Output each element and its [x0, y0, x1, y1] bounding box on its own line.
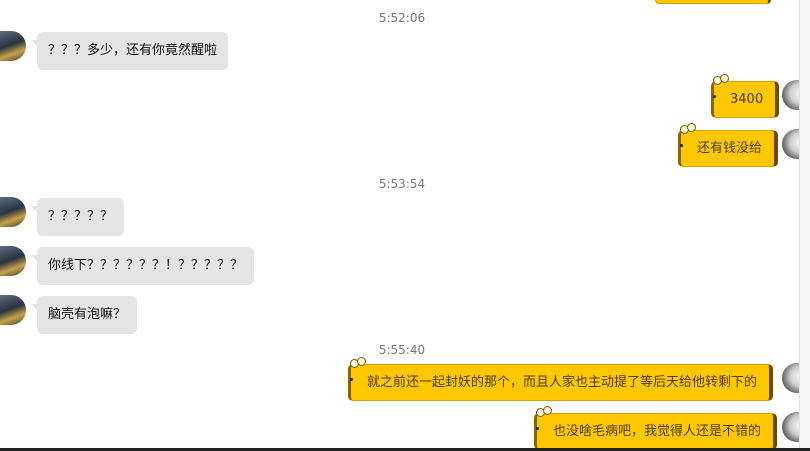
message-text: ？？？？？ [48, 209, 114, 224]
contact-avatar[interactable] [0, 31, 26, 61]
timestamp: 5:55:40 [378, 343, 426, 357]
message-text: ？？？多少，还有你竟然醒啦 [48, 43, 218, 58]
bubble-dot-icon [350, 378, 353, 381]
self-avatar[interactable] [782, 80, 800, 110]
incoming-message-bubble[interactable]: 脑壳有泡嘛？ [30, 296, 138, 334]
incoming-message-bubble[interactable]: ？？？？？ [30, 198, 125, 236]
message-text: 3400 [730, 92, 764, 107]
timestamp: 5:53:54 [378, 177, 426, 191]
chat-message-area: 5:52:06 ？？？多少，还有你竟然醒啦 3400 还有钱没给 5:53:54… [0, 0, 800, 451]
outgoing-message-bubble[interactable]: 还有钱没给 [678, 123, 779, 167]
bubble-dot-icon [713, 95, 716, 98]
outgoing-message-bubble[interactable]: 就之前还一起封妖的那个，而且人家也主动提了等后天给他转剩下的 [348, 357, 774, 401]
bee-sticker-icon [533, 406, 553, 418]
message-text: 你线下？？？？？？！？？？？？ [48, 258, 244, 273]
outgoing-message-bubble[interactable]: 也没啥毛病吧，我觉得人还是不错的 [534, 406, 778, 450]
incoming-message-bubble[interactable]: ？？？多少，还有你竟然醒啦 [30, 32, 229, 70]
vertical-scrollbar[interactable] [799, 0, 810, 451]
self-avatar[interactable] [782, 363, 800, 393]
incoming-message-bubble[interactable]: 你线下？？？？？？！？？？？？ [30, 247, 255, 285]
message-text: 也没啥毛病吧，我觉得人还是不错的 [553, 424, 762, 439]
contact-avatar[interactable] [0, 295, 26, 325]
message-text: 就之前还一起封妖的那个，而且人家也主动提了等后天给他转剩下的 [367, 375, 758, 390]
bee-sticker-icon [710, 74, 730, 86]
bubble-dot-icon [680, 144, 683, 147]
contact-avatar[interactable] [0, 246, 26, 276]
bee-sticker-icon [677, 123, 697, 135]
outgoing-message-bubble-partial [655, 0, 771, 4]
bee-sticker-icon [347, 357, 367, 369]
self-avatar[interactable] [782, 129, 800, 159]
message-text: 脑壳有泡嘛？ [48, 307, 127, 322]
message-text: 还有钱没给 [697, 141, 763, 156]
timestamp: 5:52:06 [378, 11, 426, 25]
contact-avatar[interactable] [0, 197, 26, 227]
self-avatar[interactable] [782, 412, 800, 442]
bubble-dot-icon [536, 427, 539, 430]
outgoing-message-bubble[interactable]: 3400 [711, 74, 780, 118]
